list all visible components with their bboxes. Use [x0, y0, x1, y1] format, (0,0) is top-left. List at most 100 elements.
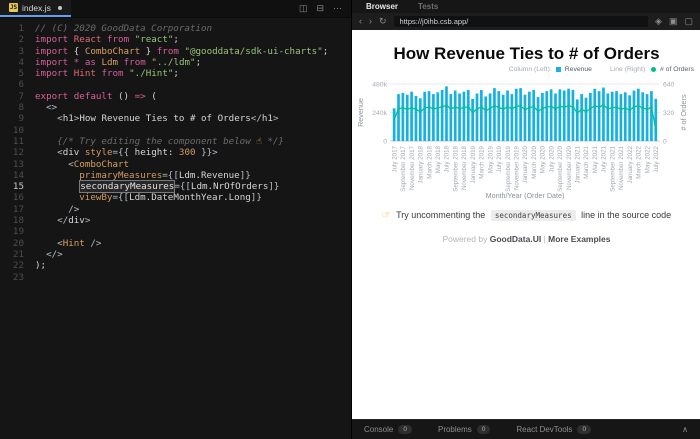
collapse-panel-icon[interactable]: ∧	[682, 425, 688, 434]
chart-bar[interactable]	[610, 91, 614, 141]
code-line[interactable]: 14 primaryMeasures={[Ldm.Revenue]}	[0, 170, 351, 181]
chart-bar[interactable]	[471, 98, 474, 141]
react-devtools-tab[interactable]: React DevTools 0	[516, 425, 592, 434]
chart-bar[interactable]	[580, 94, 584, 141]
chart-point[interactable]	[506, 105, 509, 108]
code-line[interactable]: 5 import Hint from "./Hint";	[0, 68, 351, 79]
chart-bar[interactable]	[523, 94, 527, 141]
code-line[interactable]: 21 </>	[0, 249, 351, 260]
chart-point[interactable]	[406, 108, 409, 111]
chart-bar[interactable]	[480, 89, 483, 141]
chart-point[interactable]	[619, 108, 623, 111]
legend-revenue[interactable]: Revenue	[565, 66, 592, 73]
chart-bar[interactable]	[549, 89, 553, 141]
chart-bar[interactable]	[527, 91, 531, 141]
code-line[interactable]: 18 </div>	[0, 215, 351, 226]
chart-point[interactable]	[532, 105, 535, 108]
open-new-window-icon[interactable]: ▢	[684, 17, 693, 26]
problems-tab[interactable]: Problems 0	[438, 425, 491, 434]
chart-bar[interactable]	[440, 89, 444, 141]
preview-settings-icon[interactable]: ◈	[655, 17, 662, 26]
legend-orders[interactable]: # of Orders	[660, 66, 694, 73]
chart-bar[interactable]	[654, 98, 658, 141]
chart-point[interactable]	[454, 105, 457, 109]
code-line[interactable]: 23	[0, 272, 351, 283]
chart-point[interactable]	[519, 104, 522, 108]
chart-bar[interactable]	[645, 94, 649, 141]
chart-bar[interactable]	[445, 86, 448, 141]
chart-bar[interactable]	[575, 99, 579, 141]
chart-point[interactable]	[528, 106, 531, 109]
chart-bar[interactable]	[623, 92, 627, 141]
chart-bar[interactable]	[405, 94, 409, 141]
code-line[interactable]: 12 <div style={{ height: 300 }}>	[0, 147, 351, 158]
chart-bar[interactable]	[484, 96, 488, 141]
code-lines[interactable]: 1// (C) 2020 GoodData Corporation 2 import…	[0, 18, 351, 283]
back-icon[interactable]: ‹	[359, 17, 362, 26]
refresh-icon[interactable]: ↻	[379, 17, 387, 26]
chart-bar[interactable]	[427, 91, 431, 141]
chart-point[interactable]	[432, 107, 435, 111]
chart-bar[interactable]	[606, 93, 610, 142]
revenue-swatch[interactable]	[555, 67, 561, 72]
chart-point[interactable]	[611, 106, 614, 109]
chart-bar[interactable]	[510, 94, 514, 141]
code-line[interactable]: 1// (C) 2020 GoodData Corporation	[0, 23, 351, 34]
chart-point[interactable]	[606, 107, 610, 111]
code-line[interactable]: 19	[0, 226, 351, 237]
chart-bar[interactable]	[641, 92, 645, 141]
chart-bar[interactable]	[593, 88, 597, 141]
code-line[interactable]: 9 <h1>How Revenue Ties to # of Orders</h…	[0, 113, 351, 124]
chart-point[interactable]	[580, 108, 583, 111]
split-editor-icon[interactable]: ◫	[299, 3, 308, 14]
chart-point[interactable]	[440, 105, 444, 108]
chart-point[interactable]	[501, 108, 505, 111]
more-examples-link[interactable]: More Examples	[548, 234, 610, 244]
combo-chart-svg[interactable]: 0240k480k0320640July 2017 September 2017 N…	[352, 74, 700, 214]
chart-bar[interactable]	[545, 91, 549, 141]
chart-point[interactable]	[515, 105, 518, 108]
chart-point[interactable]	[467, 105, 470, 108]
duplicate-preview-icon[interactable]: ▣	[669, 17, 678, 26]
chart-point[interactable]	[567, 104, 570, 108]
tab-tests[interactable]: Tests	[418, 2, 438, 11]
chart-point[interactable]	[624, 106, 627, 110]
chart-bar[interactable]	[453, 90, 457, 141]
chart-point[interactable]	[397, 107, 400, 110]
chart-bar[interactable]	[632, 90, 636, 141]
chart-point[interactable]	[628, 109, 631, 112]
console-tab[interactable]: Console 0	[364, 425, 412, 434]
chart-bar[interactable]	[541, 92, 544, 141]
code-line[interactable]: 3 import { ComboChart } from "@gooddata/s…	[0, 46, 351, 57]
chart-point[interactable]	[475, 107, 479, 111]
chart-point[interactable]	[589, 107, 592, 110]
chart-bar[interactable]	[554, 93, 557, 142]
chart-point[interactable]	[541, 107, 544, 110]
chart-point[interactable]	[584, 110, 588, 113]
chart-bar[interactable]	[466, 89, 470, 141]
tab-index-js[interactable]: JS index.js	[0, 0, 71, 17]
chart-point[interactable]	[458, 107, 461, 110]
chart-point[interactable]	[576, 111, 579, 115]
chart-bar[interactable]	[506, 90, 509, 141]
chart-bar[interactable]	[558, 89, 562, 141]
chart-point[interactable]	[414, 108, 418, 111]
chart-bar[interactable]	[650, 91, 653, 141]
chart-bar[interactable]	[602, 87, 605, 141]
chart-point[interactable]	[637, 104, 640, 108]
chart-point[interactable]	[654, 128, 658, 131]
chart-bar[interactable]	[397, 94, 400, 141]
chart-bar[interactable]	[584, 97, 588, 141]
chart-point[interactable]	[593, 104, 596, 108]
chart-point[interactable]	[449, 107, 453, 111]
gooddata-link[interactable]: GoodData.UI	[490, 234, 541, 244]
code-line[interactable]: 15 secondaryMeasures={[Ldm.NrOfOrders]}	[0, 180, 351, 194]
chart-point[interactable]	[523, 108, 527, 112]
chart-bar[interactable]	[615, 91, 618, 141]
editor-more-icon[interactable]: ⋯	[333, 3, 342, 14]
chart-point[interactable]	[488, 107, 492, 110]
chart-bar[interactable]	[589, 92, 592, 141]
code-line[interactable]: 2 import React from "react";	[0, 34, 351, 45]
chart-bar[interactable]	[562, 90, 566, 141]
orders-swatch[interactable]	[651, 67, 656, 72]
